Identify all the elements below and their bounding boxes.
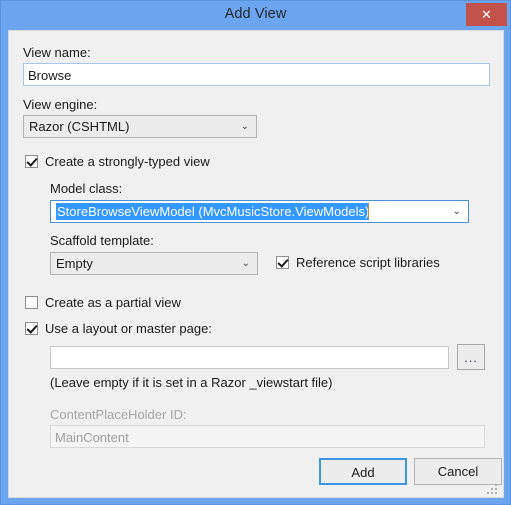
checkbox-strongly-typed-view[interactable]: Create a strongly-typed view: [25, 154, 210, 169]
checkbox-reference-script-libraries-box: [276, 256, 289, 269]
add-button[interactable]: Add: [319, 458, 407, 485]
contentplaceholder-input: MainContent: [50, 425, 485, 448]
dialog-title: Add View: [224, 6, 287, 22]
checkbox-reference-script-libraries[interactable]: Reference script libraries: [276, 255, 440, 270]
chevron-down-icon: ⌄: [241, 258, 250, 269]
scaffold-template-value: Empty: [56, 256, 93, 271]
model-class-value: StoreBrowseViewModel (MvcMusicStore.View…: [56, 203, 370, 220]
checkbox-create-partial-view-label: Create as a partial view: [45, 295, 181, 310]
view-engine-label: View engine:: [23, 97, 98, 112]
checkbox-reference-script-libraries-label: Reference script libraries: [296, 255, 440, 270]
add-view-dialog: Add View ✕ View name: Browse View engine…: [0, 0, 511, 505]
model-class-select[interactable]: StoreBrowseViewModel (MvcMusicStore.View…: [50, 200, 469, 223]
chevron-down-icon: ⌄: [452, 206, 461, 217]
dialog-body: View name: Browse View engine: Razor (CS…: [8, 30, 504, 498]
layout-page-input[interactable]: [50, 346, 449, 369]
text-caret: [368, 204, 370, 218]
checkbox-use-layout-page[interactable]: Use a layout or master page:: [25, 321, 212, 336]
checkbox-create-partial-view[interactable]: Create as a partial view: [25, 295, 181, 310]
close-icon[interactable]: ✕: [466, 3, 507, 26]
model-class-label: Model class:: [50, 181, 123, 196]
checkbox-use-layout-page-label: Use a layout or master page:: [45, 321, 212, 336]
view-engine-select[interactable]: Razor (CSHTML) ⌄: [23, 115, 257, 138]
contentplaceholder-label: ContentPlaceHolder ID:: [50, 407, 187, 422]
cancel-button[interactable]: Cancel: [414, 458, 502, 485]
browse-layout-button[interactable]: ...: [457, 344, 485, 370]
scaffold-template-select[interactable]: Empty ⌄: [50, 252, 258, 275]
view-engine-value: Razor (CSHTML): [29, 119, 130, 134]
scaffold-template-label: Scaffold template:: [50, 233, 154, 248]
title-bar[interactable]: Add View ✕: [1, 1, 510, 30]
chevron-down-icon: ⌄: [240, 121, 249, 132]
checkbox-strongly-typed-view-box: [25, 155, 38, 168]
view-name-label: View name:: [23, 45, 91, 60]
view-name-input[interactable]: Browse: [23, 63, 490, 86]
resize-grip[interactable]: [487, 482, 499, 494]
checkbox-use-layout-page-box: [25, 322, 38, 335]
checkbox-create-partial-view-box: [25, 296, 38, 309]
checkbox-strongly-typed-view-label: Create a strongly-typed view: [45, 154, 210, 169]
layout-hint-text: (Leave empty if it is set in a Razor _vi…: [50, 375, 333, 390]
